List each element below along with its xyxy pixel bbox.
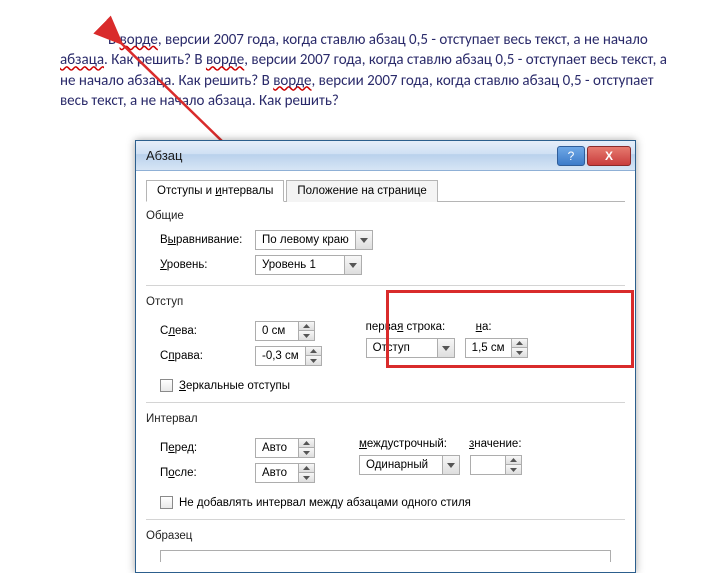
spin-up-icon[interactable] <box>506 456 521 465</box>
tab-indents-spacing[interactable]: Отступы и интервалы <box>146 180 284 202</box>
firstline-combo[interactable]: Отступ <box>366 338 455 358</box>
spin-up-icon[interactable] <box>299 464 314 473</box>
alignment-label: Выравнивание: <box>160 234 255 246</box>
titlebar[interactable]: Абзац ? X <box>136 141 635 171</box>
indent-left-spinner[interactable]: 0 см <box>255 321 315 341</box>
firstline-label: первая строка: <box>366 321 476 333</box>
chevron-down-icon[interactable] <box>344 256 361 274</box>
group-indent: Отступ <box>146 296 625 308</box>
by-label: на: <box>476 321 514 333</box>
alignment-combo[interactable]: По левому краю <box>255 230 373 250</box>
tab-strip: Отступы и интервалы Положение на страниц… <box>146 179 625 202</box>
no-add-space-checkbox[interactable] <box>160 496 173 509</box>
paragraph-dialog: Абзац ? X Отступы и интервалы Положение … <box>135 140 636 573</box>
spin-down-icon[interactable] <box>299 473 314 482</box>
line-spacing-label: междустрочный: <box>359 438 469 450</box>
spin-down-icon[interactable] <box>506 465 521 474</box>
spin-down-icon[interactable] <box>299 331 314 340</box>
dialog-title: Абзац <box>146 148 555 163</box>
close-button[interactable]: X <box>587 146 631 166</box>
spin-up-icon[interactable] <box>299 439 314 448</box>
indent-right-label: Справа: <box>160 350 255 362</box>
help-button[interactable]: ? <box>557 146 585 166</box>
at-label: значение: <box>469 438 529 450</box>
spin-down-icon[interactable] <box>299 448 314 457</box>
group-preview: Образец <box>146 530 625 542</box>
mirror-indents-checkbox[interactable] <box>160 379 173 392</box>
spin-up-icon[interactable] <box>299 322 314 331</box>
spin-down-icon[interactable] <box>306 356 321 365</box>
mirror-indents-label: Зеркальные отступы <box>179 380 290 392</box>
preview-box <box>160 550 611 562</box>
before-spinner[interactable]: Авто <box>255 438 315 458</box>
group-general: Общие <box>146 210 625 222</box>
firstline-by-spinner[interactable]: 1,5 см <box>465 338 528 358</box>
tab-page-position[interactable]: Положение на странице <box>286 180 437 202</box>
level-combo[interactable]: Уровень 1 <box>255 255 362 275</box>
chevron-down-icon[interactable] <box>442 456 459 474</box>
spin-down-icon[interactable] <box>512 348 527 357</box>
no-add-space-label: Не добавлять интервал между абзацами одн… <box>179 497 471 509</box>
indent-right-spinner[interactable]: -0,3 см <box>255 346 322 366</box>
chevron-down-icon[interactable] <box>355 231 372 249</box>
group-spacing: Интервал <box>146 413 625 425</box>
spin-up-icon[interactable] <box>306 347 321 356</box>
level-label: Уровень: <box>160 259 255 271</box>
indent-left-label: Слева: <box>160 325 255 337</box>
after-label: После: <box>160 467 255 479</box>
chevron-down-icon[interactable] <box>437 339 454 357</box>
before-label: Перед: <box>160 442 255 454</box>
after-spinner[interactable]: Авто <box>255 463 315 483</box>
at-spinner[interactable] <box>470 455 522 475</box>
spin-up-icon[interactable] <box>512 339 527 348</box>
document-text: В ворде, версии 2007 года, когда ставлю … <box>60 30 675 111</box>
line-spacing-combo[interactable]: Одинарный <box>359 455 460 475</box>
